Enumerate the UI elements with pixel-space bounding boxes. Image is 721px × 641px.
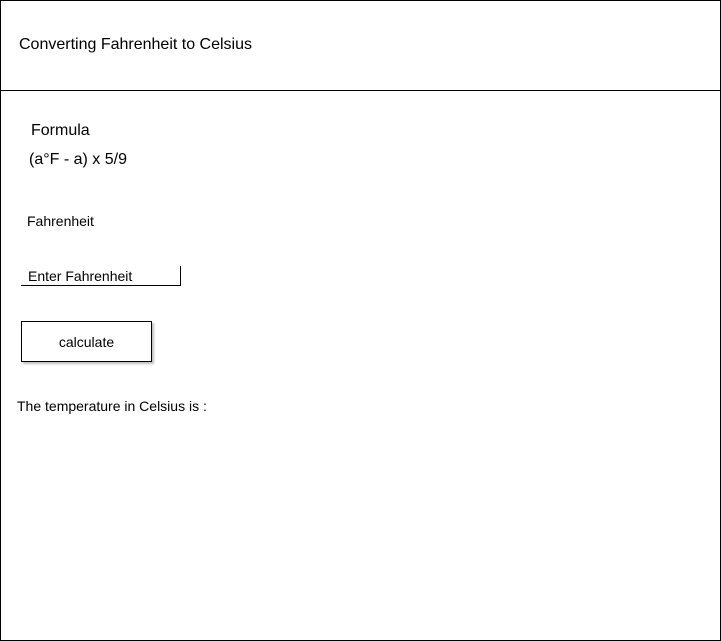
formula-label: Formula [31, 122, 90, 139]
fahrenheit-input[interactable] [21, 266, 181, 286]
formula-text: (a°F - a) x 5/9 [29, 151, 127, 168]
page-title: Converting Fahrenheit to Celsius [19, 36, 253, 53]
result-label: The temperature in Celsius is : [17, 398, 207, 414]
header-bar: Converting Fahrenheit to Celsius [1, 1, 720, 91]
app-window: Converting Fahrenheit to Celsius Formula… [0, 0, 721, 641]
calculate-button[interactable]: calculate [21, 321, 152, 362]
fahrenheit-label: Fahrenheit [27, 213, 94, 229]
